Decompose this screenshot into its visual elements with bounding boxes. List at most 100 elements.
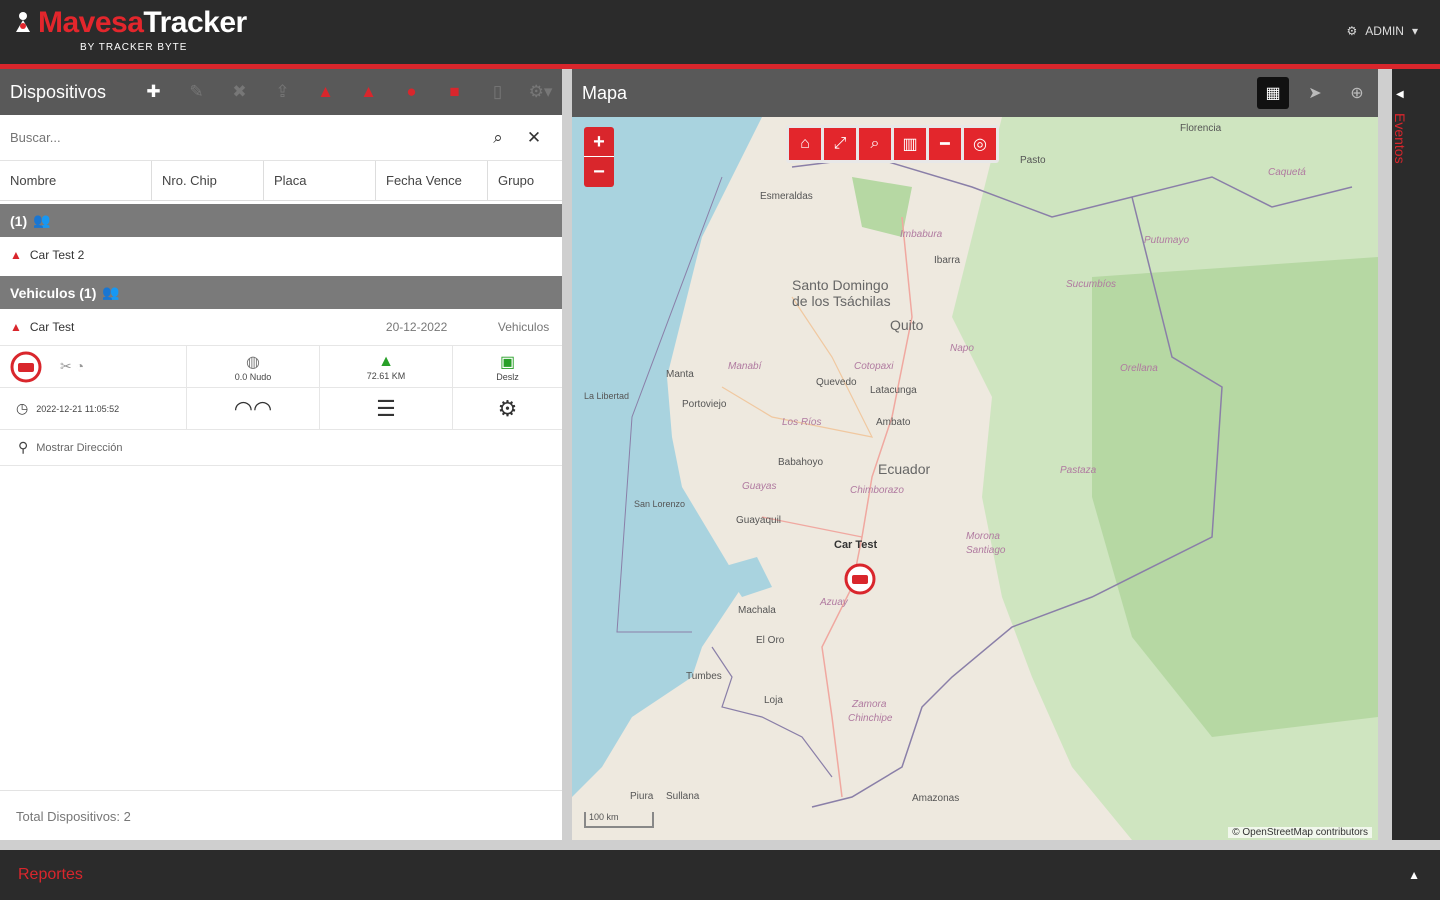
map-label: La Libertad	[584, 391, 630, 401]
list-item[interactable]: ▲ Car Test 2	[0, 237, 562, 273]
geofence-icon[interactable]: ◎	[964, 128, 996, 160]
bottom-splitter[interactable]	[0, 840, 1440, 850]
add-icon[interactable]: ✚	[132, 69, 175, 115]
lock-icon[interactable]: ■	[433, 69, 476, 115]
person-icon: ▲	[10, 320, 22, 334]
col-grupo[interactable]: Grupo	[488, 161, 562, 200]
home-icon[interactable]: ⌂	[789, 128, 821, 160]
list-cell[interactable]: ☰	[320, 388, 453, 430]
map-label: Machala	[738, 605, 776, 616]
distance-value: 72.61 KM	[366, 370, 406, 381]
speed-value: 0.0 Nudo	[234, 371, 272, 382]
timestamp-cell: ◷ 2022-12-21 11:05:52	[0, 388, 187, 430]
map-label: Imbabura	[900, 229, 943, 240]
edit-icon[interactable]: ✎	[175, 69, 218, 115]
settings-dropdown-icon[interactable]: ⚙▾	[519, 69, 562, 115]
device-name: Car Test 2	[29, 248, 85, 262]
zoom-out-button[interactable]: −	[584, 157, 614, 187]
map-label: Chinchipe	[848, 713, 893, 724]
collapse-icon[interactable]: ◀	[1396, 89, 1404, 100]
map-title: Mapa	[582, 82, 628, 103]
col-nombre[interactable]: Nombre	[0, 161, 152, 200]
zoom-in-button[interactable]: +	[584, 127, 614, 157]
col-chip[interactable]: Nro. Chip	[152, 161, 264, 200]
column-headers: Nombre Nro. Chip Placa Fecha Vence Grupo	[0, 161, 562, 201]
expand-icon[interactable]: ⤢	[824, 128, 856, 160]
map-label: Putumayo	[1144, 235, 1190, 246]
status-value: Deslz	[496, 371, 519, 382]
reports-bar[interactable]: Reportes ▲	[0, 850, 1440, 900]
logo-icon	[16, 12, 30, 32]
timestamp-value: 2022-12-21 11:05:52	[36, 403, 120, 414]
map-label: Pastaza	[1060, 465, 1097, 476]
user-label: ADMIN	[1365, 24, 1404, 38]
map-label: Chimborazo	[850, 485, 904, 496]
list-item[interactable]: ▲ Car Test 20-12-2022 Vehiculos	[0, 309, 562, 345]
car-engine-icon[interactable]: ▲	[347, 69, 390, 115]
map-icon[interactable]: ▥	[894, 128, 926, 160]
map-label: Sullana	[666, 791, 700, 802]
upload-icon[interactable]: ⇪	[261, 69, 304, 115]
map-label: El Oro	[756, 635, 785, 646]
map-scale: 100 km	[584, 812, 654, 828]
group-header-1[interactable]: (1) 👥	[0, 204, 562, 237]
map-label: Morona	[966, 531, 1000, 542]
map-label: Ecuador	[878, 461, 931, 477]
map-label: Guayas	[742, 481, 777, 492]
logo-white: Tracker	[143, 6, 247, 39]
person-icon: ▲	[10, 248, 22, 262]
map-background	[572, 117, 1378, 840]
crosshair-icon[interactable]: ⊕	[1336, 83, 1378, 103]
document-icon[interactable]: ▯	[476, 69, 519, 115]
col-fecha[interactable]: Fecha Vence	[376, 161, 488, 200]
delete-icon[interactable]: ✖	[218, 69, 261, 115]
col-placa[interactable]: Placa	[264, 161, 376, 200]
navigate-icon[interactable]: ➤	[1294, 83, 1336, 103]
speed-cell: ◍ 0.0 Nudo	[187, 346, 320, 388]
panel-splitter[interactable]	[562, 69, 572, 840]
map-label: Amazonas	[912, 793, 960, 804]
gauges-cell[interactable]: ◠◠	[187, 388, 320, 430]
zoom-control: + −	[584, 127, 614, 187]
events-label[interactable]: Eventos	[1392, 113, 1408, 164]
device-group: Vehiculos	[497, 320, 550, 334]
device-status-cell: ✂ ◔	[0, 346, 187, 388]
app-logo: MavesaTracker BY TRACKER BYTE	[12, 6, 247, 53]
map-label: Ambato	[876, 417, 911, 428]
settings-cell[interactable]: ⚙	[453, 388, 562, 430]
map-toolbar: ⌂ ⤢ ⌕ ▥ ━ ◎	[786, 125, 999, 163]
map-attribution[interactable]: © OpenStreetMap contributors	[1228, 827, 1372, 838]
map-label: San Lorenzo	[634, 499, 686, 509]
map-label: Guayaquil	[736, 515, 782, 526]
address-row[interactable]: ⚲ Mostrar Dirección	[0, 430, 562, 466]
map-label: Tumbes	[686, 671, 722, 682]
layers-icon[interactable]: ▦	[1257, 77, 1289, 109]
map-label: Santo Domingo	[792, 277, 889, 293]
vehicle-marker-icon[interactable]	[844, 563, 876, 595]
map-label: de los Tsáchilas	[792, 293, 891, 309]
events-panel[interactable]	[1392, 69, 1440, 840]
car-command-icon[interactable]: ▲	[304, 69, 347, 115]
map-label: Manta	[666, 369, 694, 380]
search-icon[interactable]: ⌕	[480, 128, 516, 148]
close-icon[interactable]: ✕	[516, 128, 552, 148]
show-address-link[interactable]: Mostrar Dirección	[36, 442, 122, 454]
group-header-2[interactable]: Vehiculos (1) 👥	[0, 276, 562, 309]
gear-icon: ⚙	[497, 395, 518, 421]
chevron-up-icon[interactable]: ▲	[1408, 868, 1420, 882]
location-pin-icon: ⚲	[18, 439, 29, 455]
search-input[interactable]	[10, 130, 480, 145]
search-icon[interactable]: ⌕	[859, 128, 891, 160]
car-lock-icon[interactable]: ●	[390, 69, 433, 115]
users-icon: 👥	[33, 212, 51, 228]
devices-header: Dispositivos ✚ ✎ ✖ ⇪ ▲ ▲ ● ■ ▯ ⚙▾	[0, 69, 562, 115]
ruler-icon[interactable]: ━	[929, 128, 961, 160]
map-label: Babahoyo	[778, 457, 824, 468]
map-label: Los Ríos	[782, 417, 822, 428]
devices-title: Dispositivos	[10, 81, 107, 102]
map-canvas[interactable]: + − ⌂ ⤢ ⌕ ▥ ━ ◎ Florencia Esmeraldas San…	[572, 117, 1378, 840]
map-label: Cotopaxi	[854, 361, 894, 372]
user-menu[interactable]: ⚙ ADMIN ▾	[1347, 24, 1418, 38]
map-label: Esmeraldas	[760, 191, 813, 202]
road-icon: ▲	[378, 352, 394, 370]
